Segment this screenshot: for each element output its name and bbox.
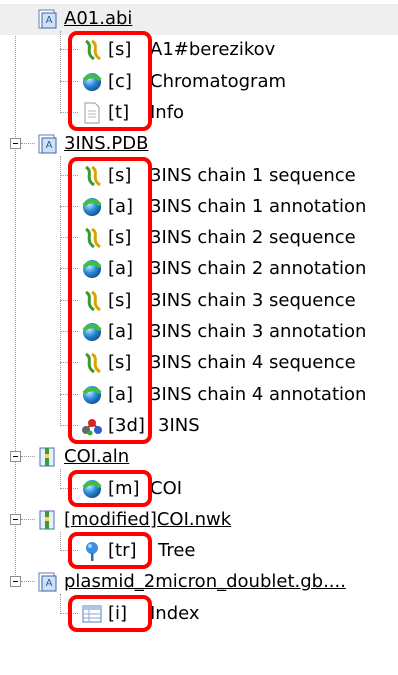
svg-text:A: A [46, 140, 53, 151]
highlight-box [68, 156, 152, 445]
object-name: Chromatogram [150, 70, 287, 92]
object-name: 3INS chain 1 sequence [150, 164, 356, 186]
document-name: A01.abi [64, 8, 133, 29]
highlight-box [68, 469, 152, 507]
object-name: 3INS chain 2 sequence [150, 227, 356, 249]
tree-connector [60, 531, 61, 550]
highlight-box [68, 31, 152, 132]
project-document-icon: A [36, 7, 60, 31]
alignment-document-icon [36, 508, 60, 532]
svg-text:A: A [46, 578, 53, 589]
tree-connector [60, 469, 61, 487]
project-document-icon: A [36, 132, 60, 156]
object-name: 3INS chain 3 annotation [150, 321, 367, 342]
object-name: 3INS chain 4 sequence [150, 352, 356, 374]
project-document-icon: A [36, 570, 60, 594]
object-name: 3INS chain 4 annotation [150, 383, 367, 405]
document-name: [modified]COI.nwk [64, 508, 232, 530]
tree-connector [60, 156, 61, 424]
object-name: Tree [158, 540, 196, 562]
object-name: 3INS chain 3 sequence [150, 289, 356, 311]
object-name: 3INS [158, 414, 200, 436]
highlight-box [68, 532, 152, 570]
object-name: Index [150, 602, 200, 624]
svg-text:A: A [46, 15, 53, 26]
tree-connector [60, 594, 61, 612]
highlight-box [68, 594, 152, 632]
document-name: COI.aln [64, 446, 130, 468]
document-name: 3INS.PDB [64, 133, 149, 155]
object-name: Info [150, 101, 185, 123]
object-name: A1#berezikov [150, 39, 276, 61]
object-name: COI [150, 477, 183, 499]
tree-connector [60, 31, 61, 111]
alignment-document-icon [36, 445, 60, 469]
object-name: 3INS chain 1 annotation [150, 195, 367, 217]
object-name: 3INS chain 2 annotation [150, 258, 367, 280]
document-name: plasmid_2micron_doublet.gb.... [64, 571, 346, 593]
